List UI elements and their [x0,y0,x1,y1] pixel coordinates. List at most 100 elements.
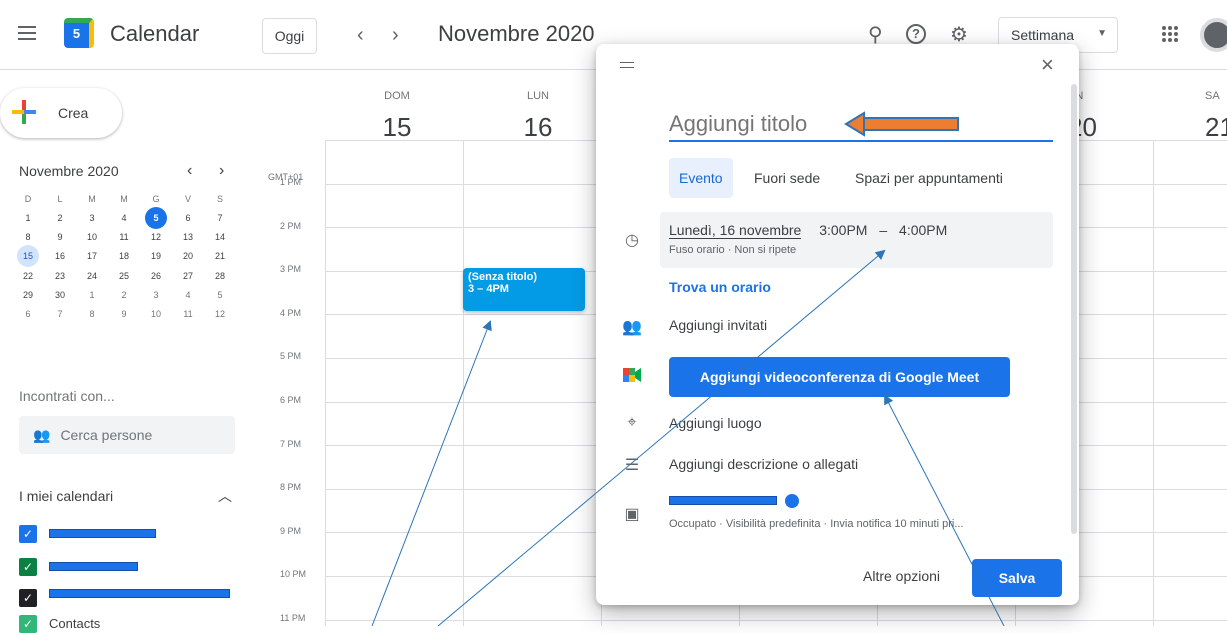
mini-day[interactable]: 9 [44,228,76,247]
mini-day[interactable]: 7 [204,209,236,228]
mini-day[interactable]: 26 [140,267,172,286]
mini-day[interactable]: 2 [44,209,76,228]
day-header-mon[interactable]: LUN 16 [508,90,568,143]
tab-appointment-slots[interactable]: Spazi per appuntamenti [845,158,1013,198]
mini-day[interactable]: 3 [76,209,108,228]
mini-day[interactable]: 5 [140,207,172,229]
mini-prev-month-icon[interactable]: ‹ [187,162,192,180]
mini-day[interactable]: 13 [172,228,204,247]
mini-day[interactable]: 12 [140,228,172,247]
mini-day[interactable]: 4 [172,286,204,305]
timezone-recurrence[interactable]: Fuso orario · Non si ripete [669,244,796,256]
save-button[interactable]: Salva [972,559,1062,597]
close-icon[interactable]: × [1041,52,1054,78]
mini-day[interactable]: 24 [76,267,108,286]
mini-day[interactable]: 23 [44,267,76,286]
add-location[interactable]: Aggiungi luogo [669,415,762,431]
mini-day[interactable]: 18 [108,247,140,266]
date-time-block[interactable]: Lunedì, 16 novembre 3:00PM – 4:00PM Fuso… [660,212,1053,268]
people-icon: 👥 [33,427,51,443]
mini-day[interactable]: 22 [12,267,44,286]
checkbox-checked-icon[interactable]: ✓ [19,615,37,633]
mini-day[interactable]: 5 [204,286,236,305]
event-title-input[interactable] [669,108,1053,142]
checkbox-checked-icon[interactable]: ✓ [19,589,37,607]
mini-day-number: 29 [22,289,33,300]
mini-day[interactable]: 30 [44,286,76,305]
mini-day-number: 8 [89,308,95,319]
mini-day[interactable]: 9 [108,305,140,324]
help-icon[interactable]: ? [906,24,926,44]
more-options-button[interactable]: Altre opzioni [863,568,940,584]
mini-day-number: 17 [86,251,97,262]
mini-next-month-icon[interactable]: › [219,162,224,180]
add-guests[interactable]: Aggiungi invitati [669,317,767,333]
checkbox-checked-icon[interactable]: ✓ [19,558,37,576]
calendar-color-dot[interactable] [785,494,799,508]
mini-day[interactable]: 10 [140,305,172,324]
find-time-link[interactable]: Trova un orario [669,279,771,295]
mini-day-number: 19 [150,251,161,262]
tab-fuori-sede[interactable]: Fuori sede [744,158,830,198]
event-chip[interactable]: (Senza titolo) 3 – 4PM [463,268,585,311]
mini-day[interactable]: 12 [204,305,236,324]
mini-day[interactable]: 10 [76,228,108,247]
mini-day[interactable]: 29 [12,286,44,305]
hour-gridline [325,619,1227,621]
annotation-arrow [371,320,492,626]
hour-label: 10 PM [280,569,307,580]
chevron-up-icon[interactable]: ︿ [218,486,232,506]
mini-day[interactable]: 2 [108,286,140,305]
mini-day[interactable]: 6 [12,305,44,324]
account-avatar[interactable] [1200,18,1227,52]
mini-day[interactable]: 11 [172,305,204,324]
event-date[interactable]: Lunedì, 16 novembre [669,222,802,239]
search-people-input[interactable]: 👥 Cerca persone [19,416,235,454]
mini-day[interactable]: 8 [76,305,108,324]
prev-week-icon[interactable]: ‹ [357,24,364,47]
mini-day[interactable]: 20 [172,247,204,266]
add-google-meet-button[interactable]: Aggiungi videoconferenza di Google Meet [669,357,1010,397]
mini-day[interactable]: 21 [204,247,236,266]
checkbox-checked-icon[interactable]: ✓ [19,525,37,543]
hour-label: 6 PM [280,395,302,405]
main-menu-icon[interactable] [18,26,36,40]
mini-day[interactable]: 17 [76,247,108,266]
redacted-calendar-name [49,529,156,538]
hour-label: 8 PM [280,482,302,493]
day-header-sat[interactable]: SA 21 [1205,90,1227,143]
location-pin-icon: ⌖ [627,414,637,431]
calendar-details[interactable]: Occupato · Visibilità predefinita · Invi… [669,518,964,530]
mini-day[interactable]: 14 [204,228,236,247]
dialog-scrollbar[interactable] [1071,84,1077,534]
today-button[interactable]: Oggi [262,18,317,54]
next-week-icon[interactable]: › [392,24,399,47]
tab-evento[interactable]: Evento [669,158,733,198]
mini-day[interactable]: 3 [140,286,172,305]
mini-day[interactable]: 11 [108,228,140,247]
mini-day[interactable]: 1 [12,209,44,228]
apps-grid-icon[interactable] [1162,26,1178,42]
mini-day-number: 15 [17,245,39,268]
start-time[interactable]: 3:00PM [819,222,867,238]
mini-day-number: 12 [214,308,225,319]
drag-handle-icon[interactable] [620,62,634,72]
add-description[interactable]: Aggiungi descrizione o allegati [669,456,858,472]
mini-day[interactable]: 6 [172,209,204,228]
end-time[interactable]: 4:00PM [899,222,947,238]
mini-day[interactable]: 7 [44,305,76,324]
mini-day[interactable]: 4 [108,209,140,228]
mini-day[interactable]: 19 [140,247,172,266]
mini-day-number: 24 [86,270,97,281]
mini-day[interactable]: 1 [76,286,108,305]
mini-day[interactable]: 16 [44,247,76,266]
mini-day[interactable]: 15 [12,245,44,268]
create-button[interactable]: Crea [0,88,122,138]
google-meet-icon [622,368,642,387]
mini-day[interactable]: 25 [108,267,140,286]
mini-day-number: 8 [25,232,31,243]
mini-day[interactable]: 28 [204,267,236,286]
day-header-sun[interactable]: DOM 15 [367,90,427,143]
event-title: (Senza titolo) [468,271,538,283]
mini-day[interactable]: 27 [172,267,204,286]
